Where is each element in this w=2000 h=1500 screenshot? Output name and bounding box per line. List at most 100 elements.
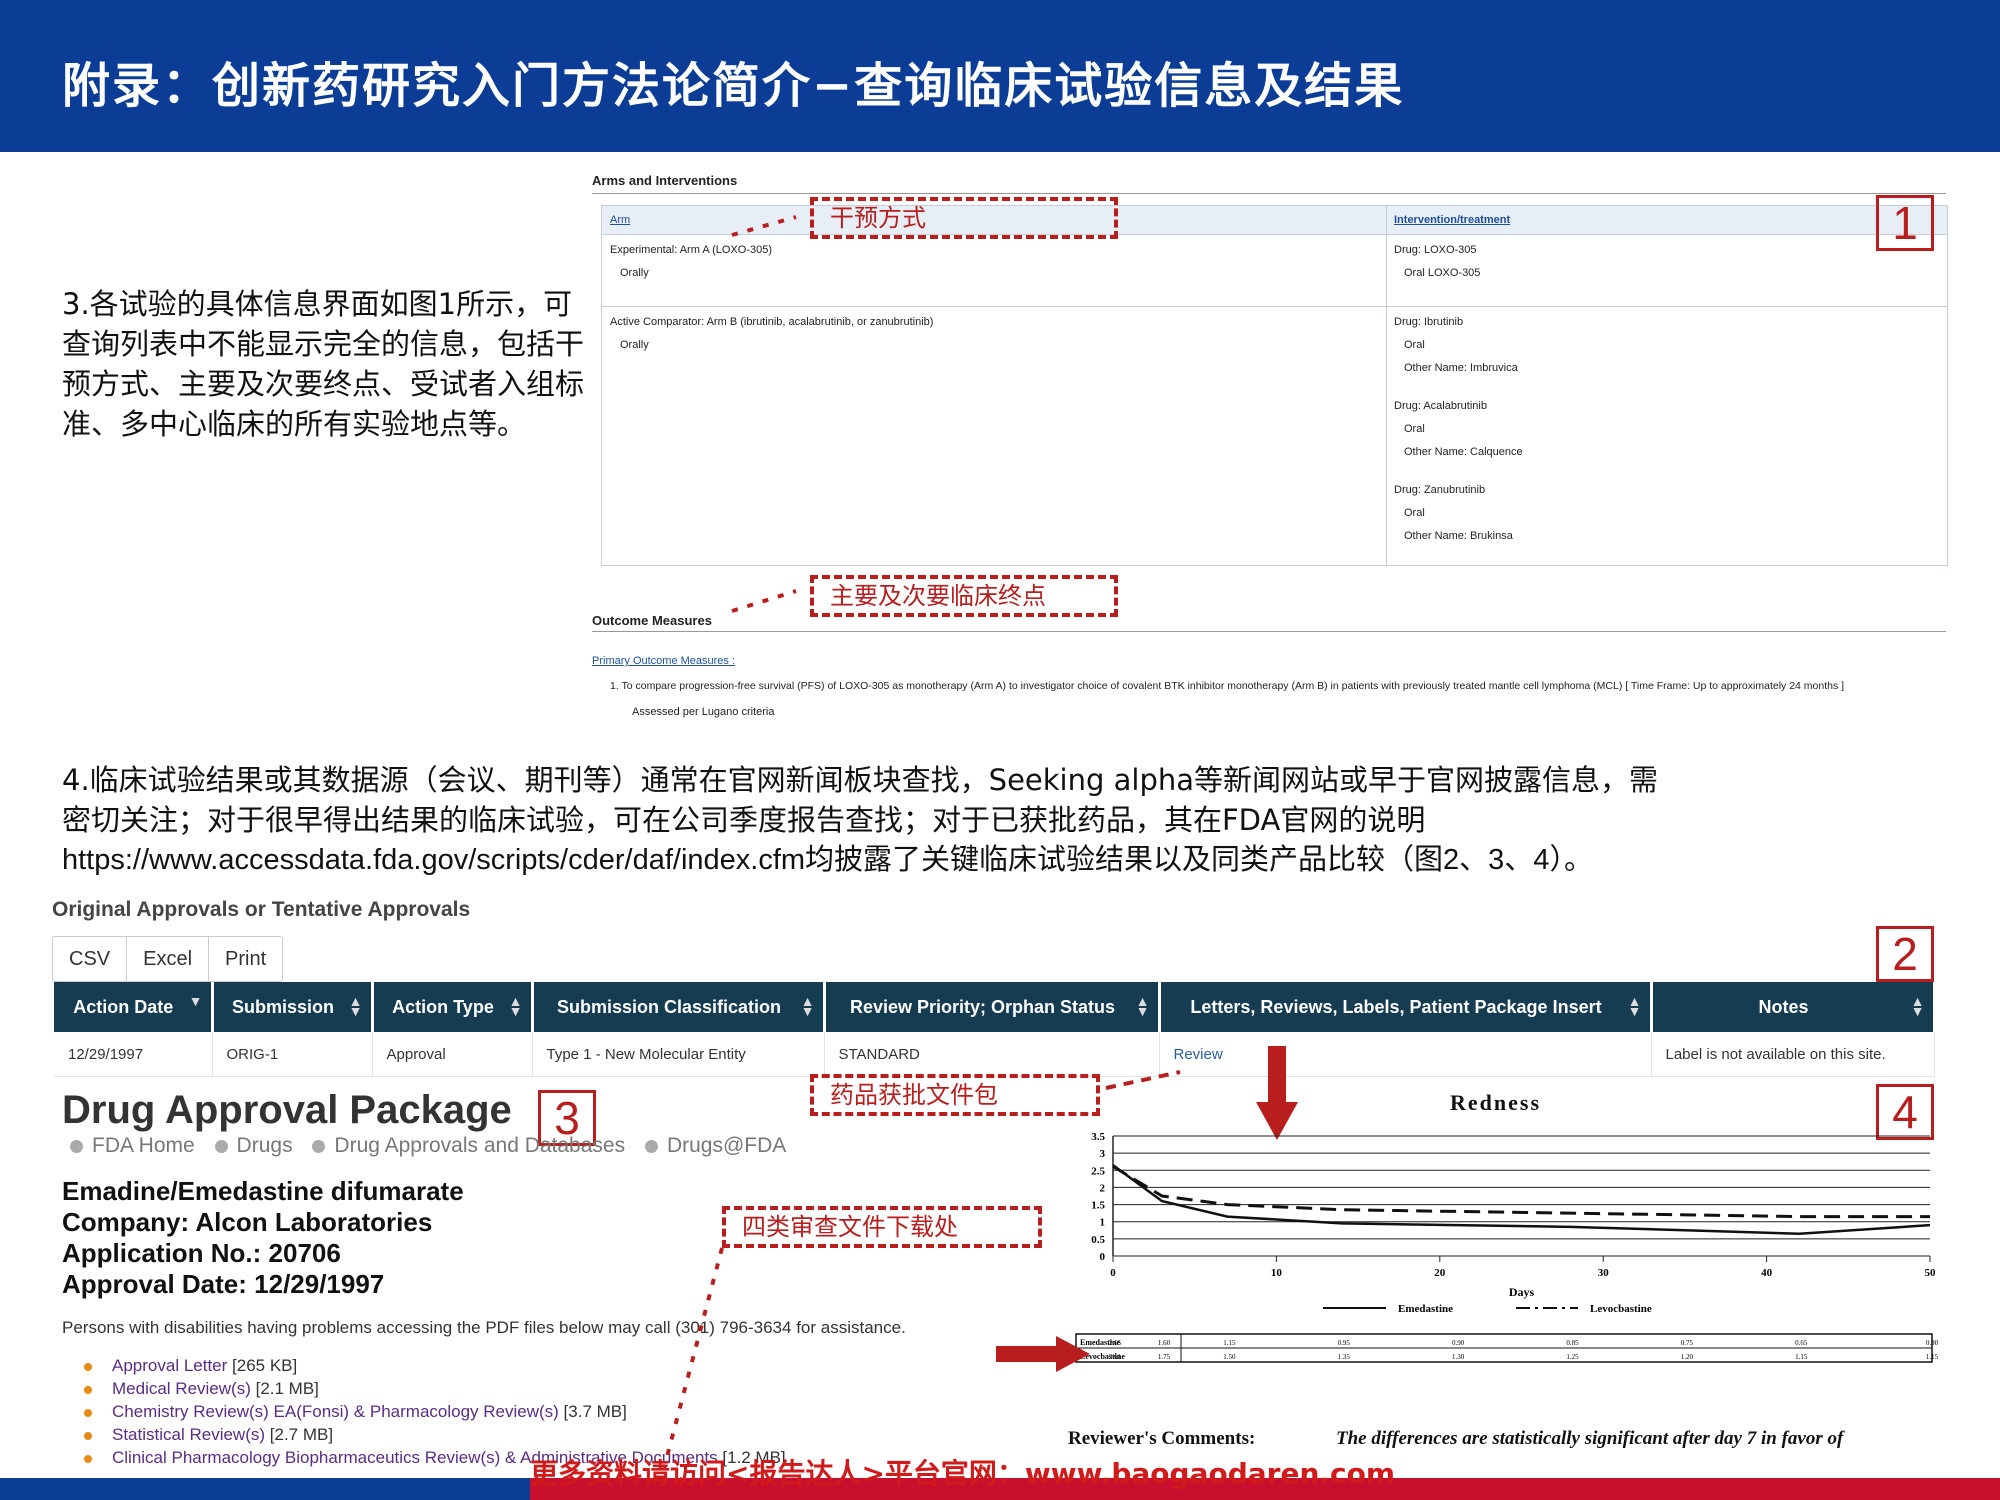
col-action-type[interactable]: Action Type ▲ ▼ — [372, 982, 534, 1032]
sort-icon: ▲ ▼ — [348, 993, 363, 1019]
col-notes[interactable]: Notes ▲ ▼ — [1651, 982, 1936, 1032]
data-table-cell: 1.15 — [1795, 1353, 1808, 1361]
arm-a-label: Experimental: Arm A (LOXO-305) — [610, 244, 773, 256]
document-link[interactable]: Statistical Review(s) — [112, 1425, 265, 1444]
data-table-cell: 1.50 — [1223, 1353, 1236, 1361]
arm-a-route: Orally — [620, 267, 649, 279]
footer-link[interactable]: 更多资料请访问<报告达人>平台官网：www.baogaodaren.com — [530, 1452, 1395, 1492]
y-tick-label: 2.5 — [1091, 1165, 1105, 1177]
table-header-row: Action Date ▼ Submission ▲ ▼ Action Type ▲ ▼ … — [54, 982, 1936, 1032]
col-review-priority[interactable]: Review Priority; Orphan Status ▲ ▼ — [824, 982, 1161, 1032]
callout-connector — [662, 1247, 724, 1469]
company: Company: Alcon Laboratories — [62, 1207, 433, 1237]
callout-package: 药品获批文件包 — [810, 1074, 1100, 1116]
divider — [592, 193, 1946, 194]
data-table-cell: 0.90 — [1926, 1339, 1939, 1347]
breadcrumb-drug-approvals[interactable]: Drug Approvals and Databases — [334, 1134, 625, 1157]
x-tick-label: 0 — [1110, 1267, 1116, 1279]
export-button-group: CSV Excel Print — [52, 936, 284, 982]
legend-label-emedastine: Emedastine — [1398, 1303, 1453, 1315]
data-table-cell: 2.65 — [1109, 1339, 1122, 1347]
document-item: Approval Letter [265 KB] — [84, 1354, 297, 1377]
document-link[interactable]: Approval Letter — [112, 1356, 227, 1375]
data-table-cell: 1.15 — [1223, 1339, 1236, 1347]
breadcrumb-drugs-at-fda[interactable]: Drugs@FDA — [667, 1134, 786, 1157]
breadcrumb-drugs[interactable]: Drugs — [237, 1134, 293, 1157]
intervention-column-header[interactable]: Intervention/treatment — [1394, 214, 1510, 226]
y-tick-label: 1 — [1100, 1217, 1106, 1229]
bullet-icon — [644, 1139, 658, 1153]
x-tick-label: 20 — [1434, 1267, 1446, 1279]
reviewer-comments-text: The differences are statistically signif… — [1336, 1428, 1844, 1449]
data-table-cell: 1.30 — [1452, 1353, 1465, 1361]
outcome-heading: Outcome Measures — [592, 613, 712, 628]
bullet-icon — [84, 1362, 92, 1371]
cell-action-type: Approval — [372, 1032, 533, 1077]
col-submission-classification[interactable]: Submission Classification ▲ ▼ — [532, 982, 826, 1032]
arm-b-drug-route: Oral — [1404, 339, 1425, 351]
approval-date: Approval Date: 12/29/1997 — [62, 1269, 385, 1299]
column-divider — [1386, 206, 1387, 565]
col-submission[interactable]: Submission ▲ ▼ — [212, 982, 374, 1032]
y-tick-label: 3.5 — [1091, 1131, 1105, 1143]
redness-chart: Redness 4 0 0.5 1 1.5 2 2.5 3 3.5 0 10 20 30 40 50 Day… — [1068, 1084, 1948, 1474]
breadcrumb-fda-home[interactable]: FDA Home — [92, 1134, 195, 1157]
document-link[interactable]: Medical Review(s) — [112, 1379, 251, 1398]
arm-b-drug: Drug: Acalabrutinib — [1394, 400, 1487, 412]
legend-label-levocbastine: Levocbastine — [1590, 1303, 1652, 1315]
primary-outcome-link[interactable]: Primary Outcome Measures : — [592, 655, 735, 667]
document-item: Chemistry Review(s) EA(Fonsi) & Pharmaco… — [84, 1400, 627, 1423]
excel-button[interactable]: Excel — [127, 937, 210, 981]
callout-connector — [731, 589, 797, 613]
data-table-cell: 0.90 — [1452, 1339, 1465, 1347]
arm-b-drug: Drug: Zanubrutinib — [1394, 484, 1486, 496]
bullet-icon — [70, 1139, 83, 1153]
data-table-cell: 1.20 — [1681, 1353, 1694, 1361]
data-table-cell: 1.15 — [1926, 1353, 1939, 1361]
trial-screenshot: Arms and Interventions Arm Intervention/… — [586, 165, 1948, 725]
arm-b-drug-route: Oral — [1404, 423, 1425, 435]
callout-intervention: 干预方式 — [810, 197, 1118, 239]
y-tick-label: 2 — [1100, 1182, 1106, 1194]
x-tick-label: 50 — [1925, 1267, 1937, 1279]
bullet-icon — [84, 1385, 92, 1394]
x-tick-label: 10 — [1271, 1267, 1283, 1279]
callout-endpoints: 主要及次要临床终点 — [810, 575, 1118, 617]
package-title: Drug Approval Package — [62, 1088, 512, 1132]
series-line-emedastine — [1112, 1164, 1931, 1235]
bullet-icon — [84, 1454, 92, 1463]
table-row: 12/29/1997 ORIG-1 Approval Type 1 - New … — [54, 1032, 1935, 1077]
approvals-table: Action Date ▼ Submission ▲ ▼ Action Type ▲ ▼ … — [54, 982, 1936, 1077]
arm-column-header[interactable]: Arm — [610, 214, 630, 226]
arrow-right-icon — [996, 1336, 1090, 1372]
section-4-line: https://www.accessdata.fda.gov/scripts/c… — [62, 844, 1593, 876]
csv-button[interactable]: CSV — [53, 937, 128, 981]
col-action-date[interactable]: Action Date ▼ — [54, 982, 214, 1032]
y-tick-label: 0 — [1100, 1251, 1106, 1263]
arm-b-label: Active Comparator: Arm B (ibrutinib, aca… — [610, 316, 934, 328]
data-table-cell: 0.85 — [1566, 1339, 1579, 1347]
bullet-icon — [214, 1139, 228, 1153]
callout-reviews: 四类审查文件下载处 — [722, 1206, 1042, 1248]
section-4-line: 密切关注；对于很早得出结果的临床试验，可在公司季度报告查找；对于已获批药品，其在… — [62, 803, 1426, 837]
arms-table: Arm Intervention/treatment Experimental:… — [601, 205, 1948, 566]
arm-a-drug-detail: Oral LOXO-305 — [1404, 267, 1481, 279]
reviewer-comments-label: Reviewer's Comments: — [1068, 1428, 1256, 1449]
section-4-description: 4.临床试验结果或其数据源（会议、期刊等）通常在官网新闻板块查找，Seeking… — [62, 760, 1942, 880]
accessibility-note: Persons with disabilities having problem… — [62, 1318, 906, 1337]
arm-b-route: Orally — [620, 339, 649, 351]
document-item: Medical Review(s) [2.1 MB] — [84, 1377, 319, 1400]
arm-b-drug-other: Other Name: Calquence — [1404, 446, 1523, 458]
y-tick-label: 1.5 — [1091, 1200, 1105, 1212]
data-table-cell: 2.61 — [1109, 1353, 1122, 1361]
review-link[interactable]: Review — [1159, 1032, 1652, 1077]
col-letters-reviews[interactable]: Letters, Reviews, Labels, Patient Packag… — [1159, 982, 1653, 1032]
document-link[interactable]: Chemistry Review(s) EA(Fonsi) & Pharmaco… — [112, 1402, 559, 1421]
figure-number-1: 1 — [1876, 195, 1934, 251]
document-item: Statistical Review(s) [2.7 MB] — [84, 1423, 333, 1446]
divider — [592, 631, 1946, 632]
drug-approval-package: Drug Approval Package 3 FDA Home Drugs D… — [46, 1074, 1100, 1474]
print-button[interactable]: Print — [209, 937, 283, 981]
application-number: Application No.: 20706 — [62, 1238, 341, 1268]
section-3-description: 3.各试验的具体信息界面如图1所示，可查询列表中不能显示完全的信息，包括干预方式… — [62, 287, 585, 441]
